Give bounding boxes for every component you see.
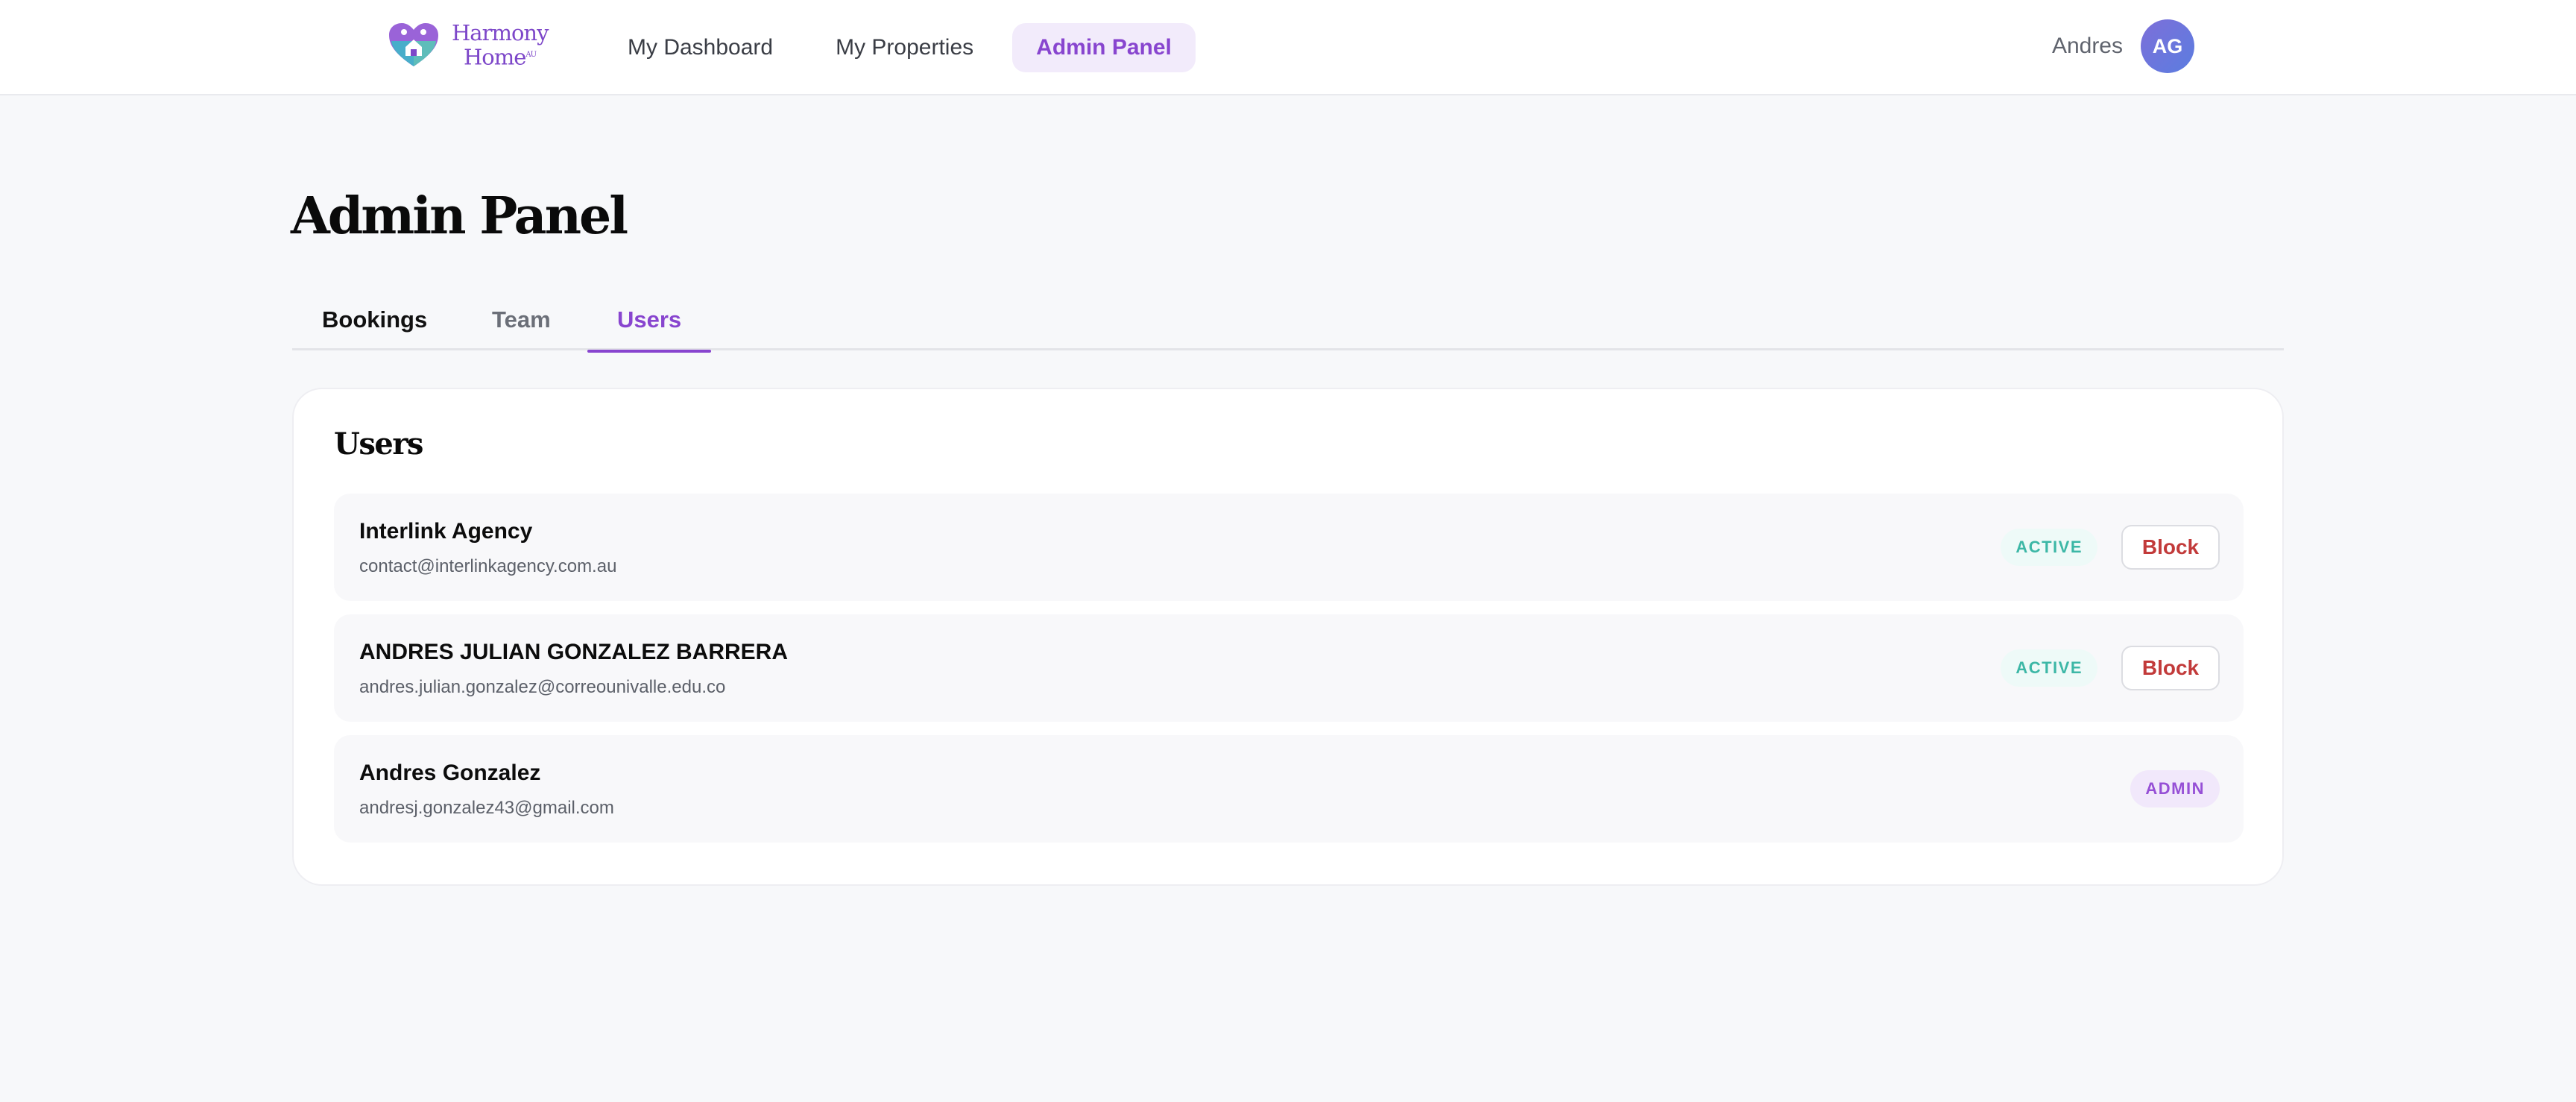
status-badge: ACTIVE bbox=[2001, 649, 2097, 687]
logo-wordmark: Harmony HomeAU bbox=[446, 20, 549, 70]
users-card: Users Interlink Agency contact@interlink… bbox=[292, 388, 2284, 886]
user-row-actions: ACTIVE Block bbox=[2001, 494, 2220, 601]
heart-house-logo-icon bbox=[389, 23, 438, 66]
harmony-home-logo[interactable]: Harmony HomeAU bbox=[388, 19, 549, 72]
user-row: Interlink Agency contact@interlinkagency… bbox=[334, 494, 2244, 601]
user-row: ANDRES JULIAN GONZALEZ BARRERA andres.ju… bbox=[334, 614, 2244, 722]
logo-word-home: Home bbox=[464, 44, 526, 70]
status-badge: ACTIVE bbox=[2001, 529, 2097, 566]
page-title: Admin Panel bbox=[291, 186, 628, 246]
nav-my-properties[interactable]: My Properties bbox=[812, 23, 997, 72]
user-row-email: andresj.gonzalez43@gmail.com bbox=[359, 798, 614, 818]
block-button[interactable]: Block bbox=[2121, 646, 2220, 690]
user-row-name: ANDRES JULIAN GONZALEZ BARRERA bbox=[359, 640, 789, 664]
tab-bookings[interactable]: Bookings bbox=[292, 289, 457, 350]
role-badge: ADMIN bbox=[2130, 770, 2220, 807]
block-button[interactable]: Block bbox=[2121, 525, 2220, 570]
tab-team[interactable]: Team bbox=[462, 289, 581, 350]
avatar[interactable]: AG bbox=[2141, 19, 2194, 73]
user-row-email: andres.julian.gonzalez@correounivalle.ed… bbox=[359, 677, 726, 697]
user-menu[interactable]: Andres AG bbox=[2052, 19, 2194, 73]
users-card-title: Users bbox=[334, 426, 423, 462]
user-name: Andres bbox=[2051, 34, 2123, 58]
tab-users[interactable]: Users bbox=[587, 289, 712, 353]
main-nav: My Dashboard My Properties Admin Panel bbox=[604, 23, 1196, 72]
nav-admin-panel[interactable]: Admin Panel bbox=[1012, 23, 1196, 72]
logo-suffix: AU bbox=[525, 51, 537, 60]
user-row-actions: ACTIVE Block bbox=[2001, 614, 2220, 722]
user-row-name: Interlink Agency bbox=[359, 519, 533, 544]
user-row-name: Andres Gonzalez bbox=[359, 761, 541, 785]
top-navigation-bar: Harmony HomeAU My Dashboard My Propertie… bbox=[0, 0, 2576, 95]
user-row-actions: ADMIN bbox=[2130, 735, 2220, 843]
user-row: Andres Gonzalez andresj.gonzalez43@gmail… bbox=[334, 735, 2244, 843]
user-row-email: contact@interlinkagency.com.au bbox=[359, 556, 617, 576]
admin-tabs: Bookings Team Users bbox=[292, 289, 2284, 353]
nav-my-dashboard[interactable]: My Dashboard bbox=[604, 23, 797, 72]
logo-word-harmony: Harmony bbox=[452, 20, 549, 46]
